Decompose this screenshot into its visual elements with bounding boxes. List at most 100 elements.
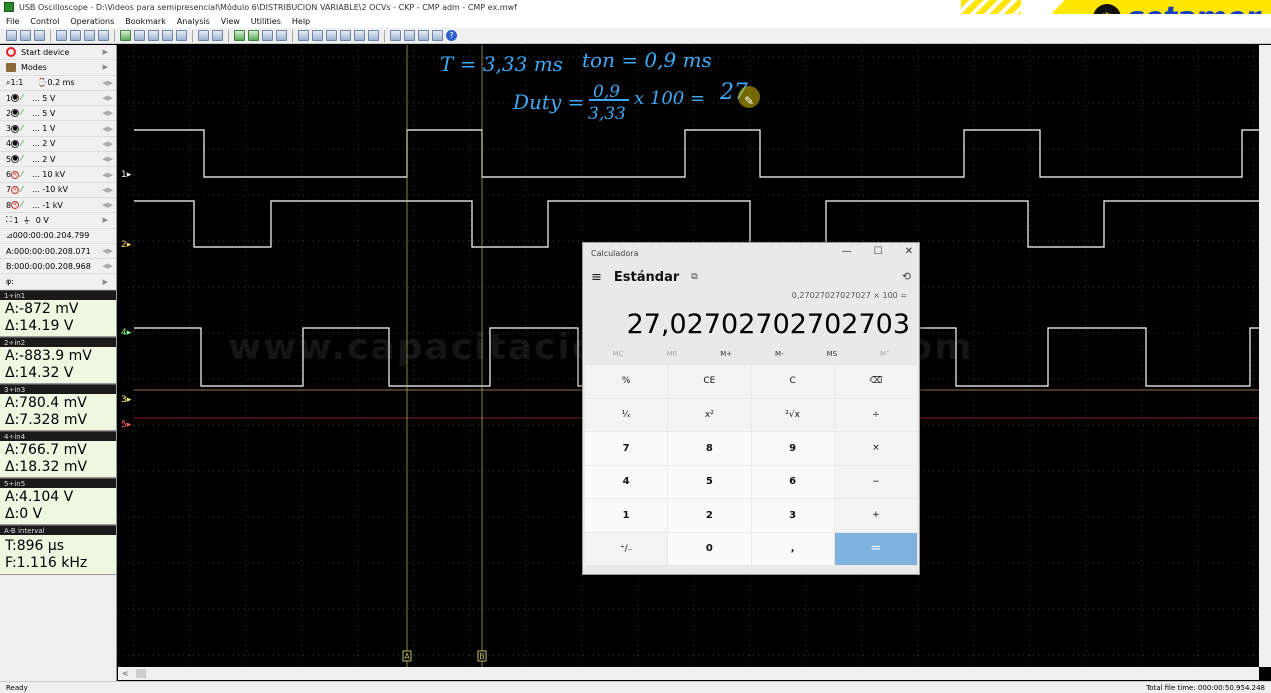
channel-disabled-icon[interactable]: × bbox=[11, 185, 20, 194]
digit-0-button[interactable]: 0 bbox=[668, 532, 751, 565]
subtract-button[interactable]: − bbox=[834, 465, 917, 498]
menu-help[interactable]: Help bbox=[292, 17, 310, 26]
spinner-icon[interactable]: ◀▶ bbox=[102, 94, 113, 102]
memory-recall-button[interactable]: MR bbox=[666, 350, 677, 358]
scroll-thumb[interactable] bbox=[136, 669, 146, 678]
trigger-time[interactable]: 000:00:00.204.799 bbox=[13, 231, 90, 240]
copy-button[interactable] bbox=[56, 30, 67, 41]
spinner-icon[interactable]: ◀▶ bbox=[102, 171, 113, 179]
channel-scale[interactable]: ... 2 V bbox=[32, 139, 55, 148]
decimal-button[interactable]: , bbox=[751, 532, 834, 565]
clear-entry-button[interactable]: CE bbox=[668, 365, 751, 398]
reciprocal-button[interactable]: ¹⁄ₓ bbox=[585, 398, 668, 431]
spinner-icon[interactable]: ◀▶ bbox=[102, 201, 113, 209]
digit-6-button[interactable]: 6 bbox=[751, 465, 834, 498]
check-button[interactable] bbox=[234, 30, 245, 41]
channel-enabled-icon[interactable]: ● bbox=[11, 109, 20, 118]
measure-tool-button[interactable] bbox=[134, 30, 145, 41]
calculator-window[interactable]: Calculadora — ☐ ✕ ≡ Estándar ⧉ ⟲ 0,27027… bbox=[582, 242, 920, 575]
waveform-tool-button[interactable] bbox=[148, 30, 159, 41]
compare-button[interactable] bbox=[262, 30, 273, 41]
record-button[interactable] bbox=[368, 30, 379, 41]
clear-button[interactable]: C bbox=[751, 365, 834, 398]
minimize-icon[interactable]: — bbox=[842, 246, 852, 257]
split-button[interactable] bbox=[418, 30, 429, 41]
paste-button[interactable] bbox=[70, 30, 81, 41]
cursor-b-time[interactable]: B:000:00:00.208.968 bbox=[6, 262, 91, 271]
equals-button[interactable]: = bbox=[834, 532, 917, 565]
cursor-a-row[interactable]: A:000:00:00.208.071 ◀▶ bbox=[0, 244, 116, 260]
zoom-button[interactable] bbox=[198, 30, 209, 41]
grid-button[interactable] bbox=[298, 30, 309, 41]
add-button[interactable]: + bbox=[834, 499, 917, 532]
menu-view[interactable]: View bbox=[221, 17, 240, 26]
maximize-icon[interactable]: ☐ bbox=[874, 246, 883, 257]
library-button[interactable] bbox=[326, 30, 337, 41]
horizontal-scrollbar[interactable]: < bbox=[118, 667, 1259, 680]
square-root-button[interactable]: ²√x bbox=[751, 398, 834, 431]
digit-1-button[interactable]: 1 bbox=[585, 499, 668, 532]
channel-scale[interactable]: ... 5 V bbox=[32, 109, 55, 118]
spinner-icon[interactable]: ◀▶ bbox=[102, 109, 113, 117]
play-button[interactable] bbox=[354, 30, 365, 41]
digit-4-button[interactable]: 4 bbox=[585, 465, 668, 498]
trigger-edge-icon[interactable]: ⏚ bbox=[23, 215, 31, 226]
digit-5-button[interactable]: 5 bbox=[668, 465, 751, 498]
channel-enabled-icon[interactable]: ● bbox=[11, 124, 20, 133]
channel-row-1[interactable]: 1 ● ⁄ ... 5 V ◀▶ bbox=[0, 91, 116, 107]
marker-tool-button[interactable] bbox=[162, 30, 173, 41]
rotate-button[interactable] bbox=[176, 30, 187, 41]
scroll-left-icon[interactable]: < bbox=[122, 669, 132, 678]
channel-scale[interactable]: ... 5 V bbox=[32, 94, 55, 103]
trigger-channel[interactable]: 1 bbox=[14, 216, 19, 225]
channel-scale[interactable]: ... 2 V bbox=[32, 155, 55, 164]
menu-analysis[interactable]: Analysis bbox=[177, 17, 210, 26]
keep-on-top-icon[interactable]: ⧉ bbox=[691, 272, 697, 282]
menu-file[interactable]: File bbox=[6, 17, 19, 26]
backspace-button[interactable]: ⌫ bbox=[834, 365, 917, 398]
cursor-a-time[interactable]: A:000:00:00.208.071 bbox=[6, 247, 91, 256]
menu-bookmark[interactable]: Bookmark bbox=[125, 17, 166, 26]
trigger-time-row[interactable]: ⊿ 000:00:00.204.799 bbox=[0, 229, 116, 244]
phase-row[interactable]: φ: ▶ bbox=[0, 274, 116, 290]
channel-enabled-icon[interactable]: ● bbox=[11, 155, 20, 164]
trigger-row[interactable]: ⛶ 1 ⏚ 0 V ▶ bbox=[0, 213, 116, 229]
channel-scale[interactable]: ... 1 V bbox=[32, 124, 55, 133]
display-mode-button[interactable] bbox=[390, 30, 401, 41]
close-icon[interactable]: ✕ bbox=[905, 246, 913, 257]
menu-operations[interactable]: Operations bbox=[70, 17, 114, 26]
memory-add-button[interactable]: M+ bbox=[720, 350, 732, 358]
multiply-button[interactable]: × bbox=[834, 432, 917, 465]
undo-button[interactable] bbox=[98, 30, 109, 41]
spinner-icon[interactable]: ◀▶ bbox=[102, 186, 113, 194]
save-button[interactable] bbox=[20, 30, 31, 41]
channel-row-8[interactable]: 8 × ⁄ ... -1 kV ◀▶ bbox=[0, 198, 116, 214]
window-button[interactable] bbox=[432, 30, 443, 41]
channel-row-2[interactable]: 2 ● ⁄ ... 5 V ◀▶ bbox=[0, 106, 116, 122]
check-all-button[interactable] bbox=[248, 30, 259, 41]
layout-button[interactable] bbox=[404, 30, 415, 41]
channel-enabled-icon[interactable]: ● bbox=[11, 139, 20, 148]
memory-clear-button[interactable]: MC bbox=[612, 350, 623, 358]
square-button[interactable]: x² bbox=[668, 398, 751, 431]
channel-scale[interactable]: ... -10 kV bbox=[32, 185, 68, 194]
start-device-button[interactable]: Start device ▶ bbox=[0, 45, 116, 61]
channel-enabled-icon[interactable]: ● bbox=[11, 94, 20, 103]
vertical-scrollbar[interactable] bbox=[1259, 45, 1271, 667]
channel-disabled-icon[interactable]: × bbox=[11, 201, 20, 210]
chevron-right-icon[interactable]: ▶ bbox=[103, 278, 108, 286]
divide-button[interactable]: ÷ bbox=[834, 398, 917, 431]
history-icon[interactable]: ⟲ bbox=[902, 270, 911, 283]
memory-list-button[interactable]: M˅ bbox=[880, 350, 890, 358]
channel-row-3[interactable]: 3 ● ⁄ ... 1 V ◀▶ bbox=[0, 121, 116, 137]
cut-button[interactable] bbox=[84, 30, 95, 41]
digit-7-button[interactable]: 7 bbox=[585, 432, 668, 465]
fit-button[interactable] bbox=[212, 30, 223, 41]
calculator-title-bar[interactable]: Calculadora — ☐ ✕ bbox=[583, 243, 919, 263]
cursor-b-row[interactable]: B:000:00:00.208.968 ◀▶ bbox=[0, 259, 116, 275]
digit-9-button[interactable]: 9 bbox=[751, 432, 834, 465]
spinner-icon[interactable]: ◀▶ bbox=[102, 262, 113, 270]
memory-store-button[interactable]: MS bbox=[827, 350, 837, 358]
channel-row-4[interactable]: 4 ● ⁄ ... 2 V ◀▶ bbox=[0, 137, 116, 153]
spinner-icon[interactable]: ◀▶ bbox=[102, 140, 113, 148]
